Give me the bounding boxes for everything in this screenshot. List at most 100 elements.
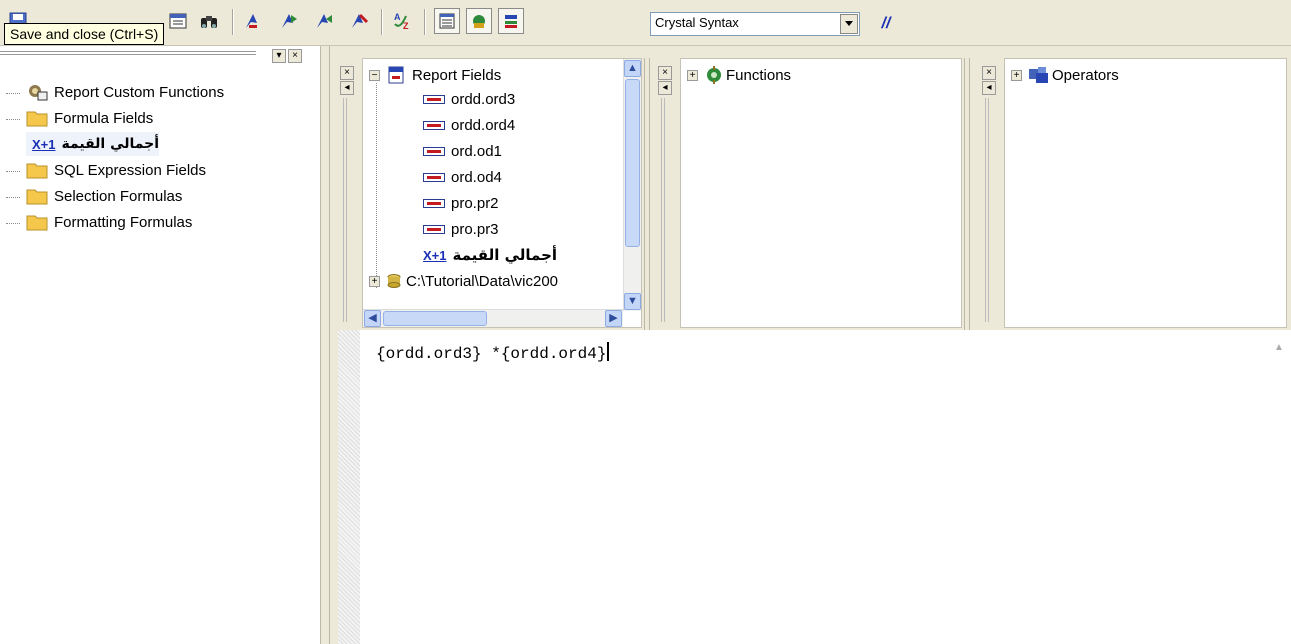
tree-item-label: أجمالي القيمة [61, 136, 160, 152]
folder-icon [26, 189, 48, 205]
scroll-up-icon[interactable]: ▲ [624, 60, 641, 77]
field-tree-panel: − Report Fields ordd.ord3 ordd.ord4 ord.… [362, 58, 642, 328]
tree-item-label: SQL Expression Fields [54, 161, 207, 179]
close-icon[interactable]: × [982, 66, 996, 80]
tree-item-report-fields[interactable]: − Report Fields [369, 63, 501, 87]
formula-text: {ordd.ord3} *{ordd.ord4} [376, 345, 607, 363]
tree-item-label: Formatting Formulas [54, 213, 193, 231]
svg-text:Z: Z [403, 21, 409, 31]
field-icon [423, 120, 445, 130]
field-item[interactable]: pro.pr2 [423, 191, 499, 215]
formula-icon: X+1 [32, 136, 56, 152]
folder-icon [26, 163, 48, 179]
tooltip: Save and close (Ctrl+S) [4, 23, 165, 45]
scroll-down-icon[interactable]: ▼ [624, 293, 641, 310]
field-icon [423, 94, 445, 104]
folder-icon [26, 111, 48, 127]
close-icon[interactable]: × [288, 49, 302, 63]
field-label: pro.pr3 [451, 220, 499, 238]
tree-item-label: Report Fields [412, 66, 502, 84]
formula-text-area[interactable]: {ordd.ord3} *{ordd.ord4} [376, 342, 610, 363]
field-item[interactable]: ordd.ord3 [423, 87, 515, 111]
operator-tree-panel: + Operators [1004, 58, 1287, 328]
tree-item-operators[interactable]: + Operators [1011, 63, 1119, 87]
folder-icon [26, 215, 48, 231]
editor-gutter [338, 330, 360, 644]
expand-icon[interactable]: + [1011, 69, 1022, 81]
field-item[interactable]: ord.od1 [423, 139, 502, 163]
operators-icon [1029, 67, 1048, 83]
field-label: ordd.ord3 [451, 90, 516, 108]
sort-icon[interactable]: AZ [390, 8, 416, 34]
tree-item-label: Functions [726, 66, 792, 84]
chevron-down-icon[interactable] [840, 14, 858, 34]
chevron-left-icon[interactable]: ◂ [982, 81, 996, 95]
tree-item-functions[interactable]: + Functions [687, 63, 791, 87]
functions-icon [707, 66, 721, 84]
workshop-tree-panel: ▾ × Report Custom Functions Formula Fiel… [0, 46, 320, 644]
report-fields-icon [388, 66, 404, 84]
syntax-select-value: Crystal Syntax [655, 15, 739, 30]
scroll-right-icon[interactable]: ▶ [605, 310, 622, 327]
comment-button[interactable]: // [872, 11, 900, 37]
chevron-left-icon[interactable]: ◂ [340, 81, 354, 95]
fields-panel-strip: × ◂ [332, 58, 362, 330]
field-label: ord.od4 [451, 168, 502, 186]
tree-item-label: Report Custom Functions [54, 83, 225, 101]
field-label: ord.od1 [451, 142, 502, 160]
tree-item-selection-formulas[interactable]: Selection Formulas [26, 184, 182, 208]
tree-item-formula-fields[interactable]: Formula Fields [26, 106, 153, 130]
functions-panel-strip: × ◂ [650, 58, 680, 330]
bookmark-icon[interactable] [240, 8, 266, 34]
tree-item-label: Formula Fields [54, 109, 154, 127]
field-label: ordd.ord4 [451, 116, 516, 134]
splitter[interactable] [964, 58, 970, 330]
previous-bookmark-icon[interactable] [311, 8, 337, 34]
scroll-thumb[interactable] [625, 79, 640, 247]
formula-icon: X+1 [423, 247, 447, 263]
expand-icon[interactable]: + [369, 275, 380, 287]
left-splitter[interactable] [320, 46, 330, 644]
scroll-thumb[interactable] [383, 311, 487, 326]
scroll-up-icon[interactable]: ▲ [1271, 342, 1287, 356]
database-icon [387, 274, 401, 288]
field-item[interactable]: pro.pr3 [423, 217, 499, 241]
tree-item-report-custom-functions[interactable]: Report Custom Functions [26, 80, 224, 104]
formula-editor[interactable]: {ordd.ord3} *{ordd.ord4} ▲ [338, 330, 1291, 644]
tree-item-label: Selection Formulas [54, 187, 183, 205]
scroll-left-icon[interactable]: ◀ [364, 310, 381, 327]
formula-toggle-icon[interactable] [165, 8, 191, 34]
collapse-icon[interactable]: − [369, 69, 380, 81]
close-icon[interactable]: × [340, 66, 354, 80]
field-item[interactable]: ord.od4 [423, 165, 502, 189]
syntax-select[interactable]: Crystal Syntax [650, 12, 860, 36]
clear-bookmarks-icon[interactable] [346, 8, 372, 34]
binoculars-icon[interactable] [196, 8, 222, 34]
next-bookmark-icon[interactable] [276, 8, 302, 34]
field-label: pro.pr2 [451, 194, 499, 212]
text-cursor [607, 342, 610, 361]
tree-item-sql-expression-fields[interactable]: SQL Expression Fields [26, 158, 206, 182]
field-icon [423, 146, 445, 156]
tree-item-formula[interactable]: X+1 أجمالي القيمة [26, 132, 160, 156]
expand-icon[interactable]: + [687, 69, 698, 81]
operator-tree-icon[interactable] [498, 8, 524, 34]
panel-dropdown-button[interactable]: ▾ [272, 49, 286, 63]
chevron-left-icon[interactable]: ◂ [658, 81, 672, 95]
field-item[interactable]: ordd.ord4 [423, 113, 515, 137]
close-icon[interactable]: × [658, 66, 672, 80]
function-tree-icon[interactable] [466, 8, 492, 34]
formula-toolbar: AZ Crystal Syntax // Save and close (Ctr… [0, 0, 1291, 46]
vertical-scrollbar[interactable]: ▲ ▼ [623, 59, 641, 311]
svg-text:A: A [394, 12, 401, 22]
tree-item-database[interactable]: + C:\Tutorial\Data\vic200 [369, 269, 558, 293]
horizontal-scrollbar[interactable]: ◀ ▶ [363, 309, 623, 327]
panel-grip[interactable] [0, 51, 256, 55]
function-tree-panel: + Functions [680, 58, 962, 328]
tree-item-formatting-formulas[interactable]: Formatting Formulas [26, 210, 192, 234]
field-label: أجمالي القيمة [452, 246, 558, 264]
field-icon [423, 224, 445, 234]
field-tree-icon[interactable] [434, 8, 460, 34]
field-icon [423, 172, 445, 182]
field-item-formula[interactable]: X+1 أجمالي القيمة [423, 243, 557, 267]
